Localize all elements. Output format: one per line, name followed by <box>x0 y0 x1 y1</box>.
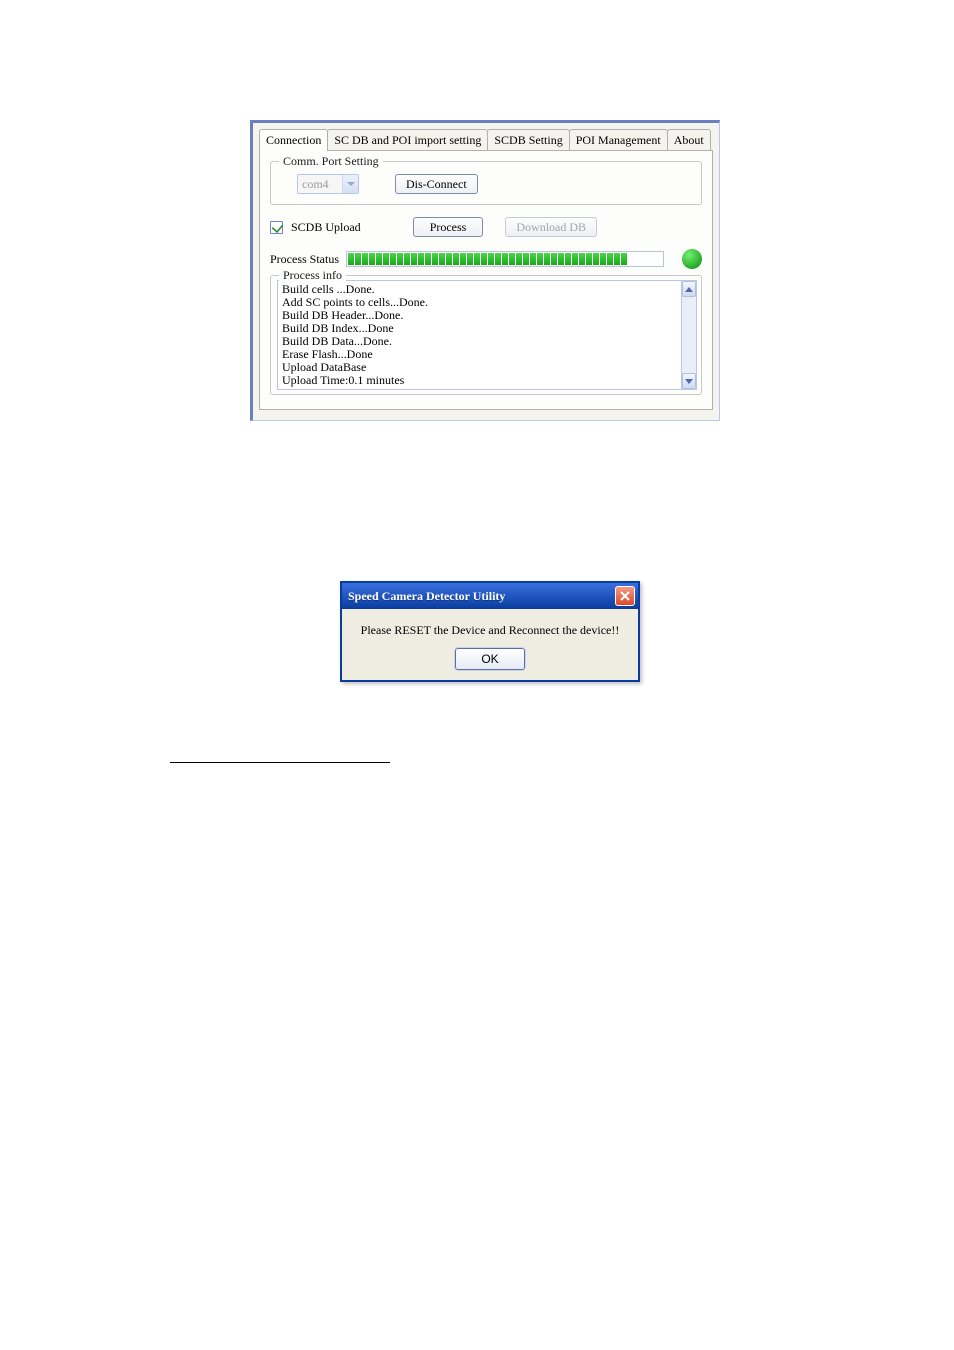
chevron-down-icon <box>347 182 355 186</box>
tab-about[interactable]: About <box>667 129 711 150</box>
process-info-legend: Process info <box>279 268 346 283</box>
process-info-text: Build cells ...Done. Add SC points to ce… <box>277 280 682 390</box>
dialog-title: Speed Camera Detector Utility <box>348 589 505 604</box>
tab-connection[interactable]: Connection <box>259 129 328 151</box>
comm-port-group: Comm. Port Setting com4 Dis-Connect <box>270 161 702 205</box>
connection-panel: Comm. Port Setting com4 Dis-Connect SCDB… <box>259 150 713 410</box>
section-underline <box>170 762 390 763</box>
status-indicator-icon <box>682 249 702 269</box>
process-info-group: Process info Build cells ...Done. Add SC… <box>270 275 702 395</box>
reset-device-dialog: Speed Camera Detector Utility Please RES… <box>340 581 640 682</box>
dialog-close-button[interactable] <box>615 586 635 606</box>
process-status-label: Process Status <box>270 252 340 267</box>
tab-poi-management[interactable]: POI Management <box>569 129 668 150</box>
process-info-scrollbar[interactable] <box>681 280 697 390</box>
com-port-value: com4 <box>298 177 342 192</box>
scroll-up-button[interactable] <box>682 281 696 297</box>
tab-scdb-poi-import[interactable]: SC DB and POI import setting <box>327 129 488 150</box>
download-db-button[interactable]: Download DB <box>505 217 597 237</box>
disconnect-button[interactable]: Dis-Connect <box>395 174 478 194</box>
log-line: Finished uploading SCDB Data <box>282 387 677 390</box>
chevron-down-icon <box>685 379 693 384</box>
close-icon <box>620 591 630 601</box>
com-port-select[interactable]: com4 <box>297 174 359 194</box>
comm-port-legend: Comm. Port Setting <box>279 154 383 169</box>
tab-scdb-setting[interactable]: SCDB Setting <box>487 129 569 150</box>
process-button[interactable]: Process <box>413 217 484 237</box>
scdb-upload-checkbox[interactable] <box>270 221 283 234</box>
dialog-ok-button[interactable]: OK <box>455 648 525 670</box>
dialog-message: Please RESET the Device and Reconnect th… <box>352 623 628 638</box>
scdb-upload-label: SCDB Upload <box>291 220 361 235</box>
chevron-up-icon <box>685 287 693 292</box>
scroll-down-button[interactable] <box>682 373 696 389</box>
process-status-progress <box>346 251 664 267</box>
com-port-dropdown-btn[interactable] <box>342 175 358 193</box>
dialog-titlebar: Speed Camera Detector Utility <box>342 583 638 609</box>
app-window: Connection SC DB and POI import setting … <box>250 120 720 421</box>
tab-bar: Connection SC DB and POI import setting … <box>253 123 719 150</box>
